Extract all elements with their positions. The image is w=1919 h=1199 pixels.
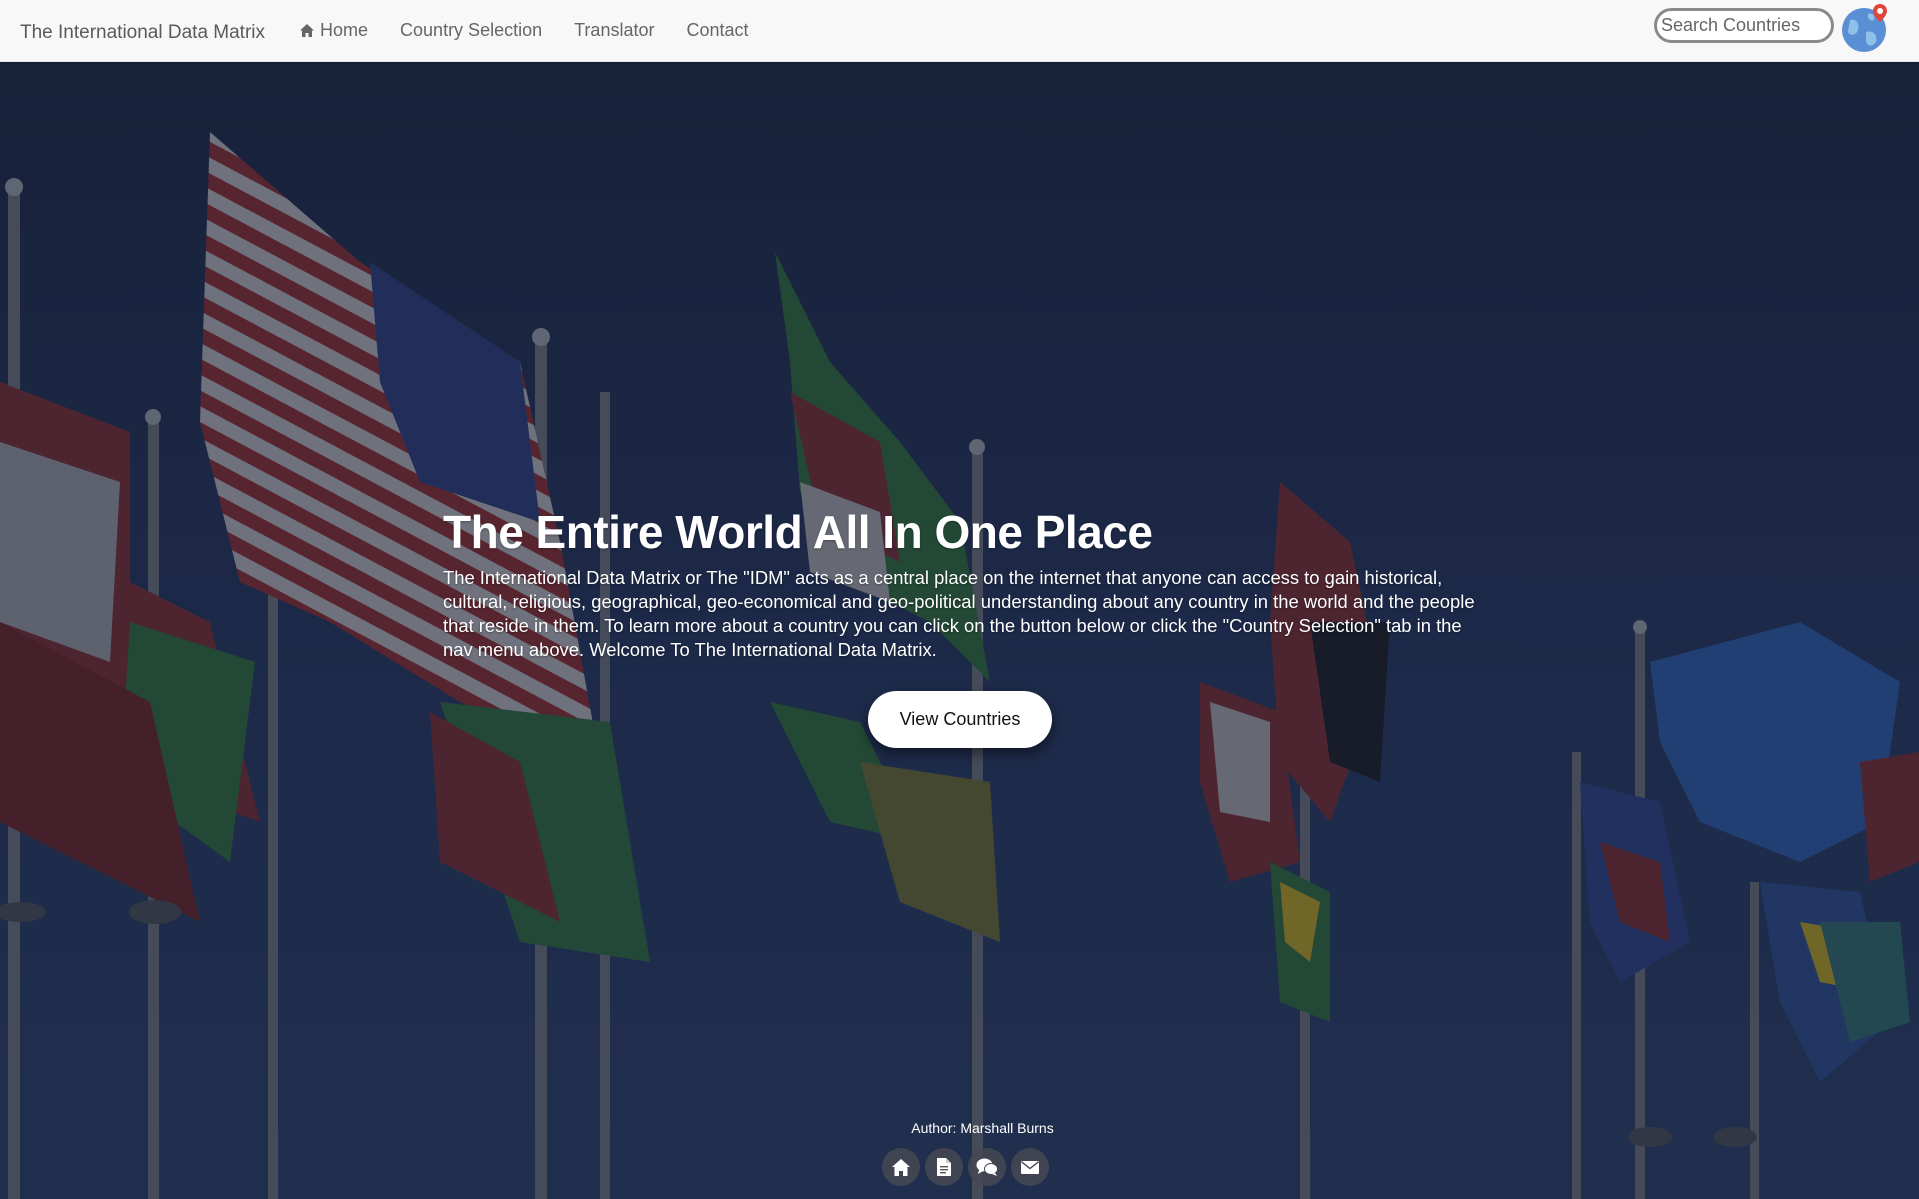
document-icon: [937, 1158, 951, 1176]
home-icon: [892, 1158, 910, 1176]
globe-pin-icon[interactable]: [1840, 2, 1892, 54]
hero-description: The International Data Matrix or The "ID…: [443, 567, 1475, 660]
chat-icon: [976, 1158, 998, 1176]
brand-link[interactable]: The International Data Matrix: [20, 22, 265, 44]
nav-link-translator[interactable]: Translator: [574, 20, 654, 41]
search-countries-input[interactable]: [1654, 8, 1834, 43]
nav-link-contact[interactable]: Contact: [686, 20, 748, 41]
nav-link-home-label: Home: [320, 20, 369, 40]
hero-title: The Entire World All In One Place: [443, 506, 1153, 558]
footer-document-button[interactable]: [925, 1148, 963, 1186]
top-navbar: The International Data Matrix Home Count…: [0, 0, 1919, 62]
nav-links: Home Country Selection Translator Contac…: [300, 20, 781, 41]
footer-home-button[interactable]: [882, 1148, 920, 1186]
view-countries-button[interactable]: View Countries: [868, 691, 1052, 748]
footer-chat-button[interactable]: [968, 1148, 1006, 1186]
social-links: [882, 1148, 1049, 1186]
nav-link-country-selection[interactable]: Country Selection: [400, 20, 542, 41]
nav-link-home[interactable]: Home: [300, 20, 368, 41]
footer-mail-button[interactable]: [1011, 1148, 1049, 1186]
author-credit: Author: Marshall Burns: [911, 1120, 1054, 1136]
search-wrapper: [1654, 8, 1834, 43]
home-icon: [300, 24, 315, 37]
mail-icon: [1021, 1160, 1039, 1174]
